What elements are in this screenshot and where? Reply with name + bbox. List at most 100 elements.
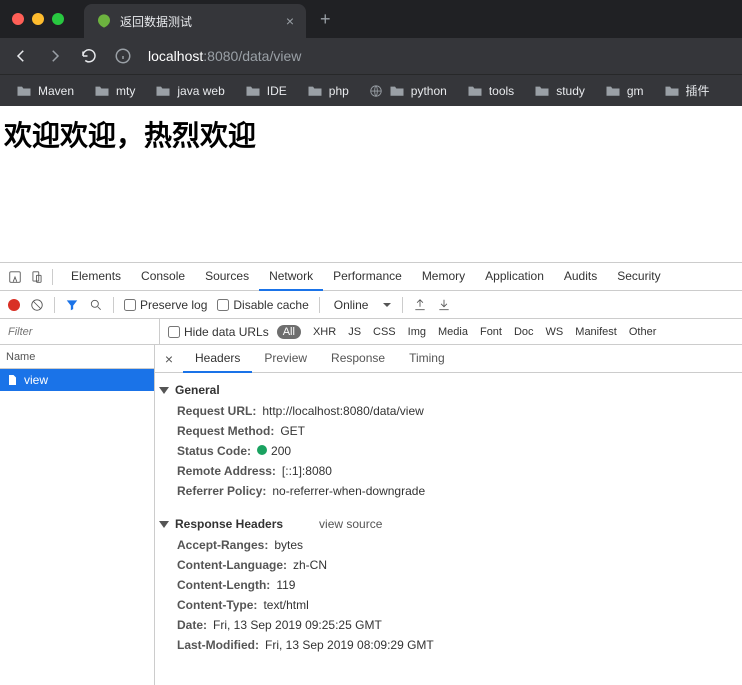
- throttle-select[interactable]: Online: [330, 298, 373, 312]
- forward-button[interactable]: [46, 47, 64, 65]
- tab-close-icon[interactable]: ×: [286, 13, 294, 29]
- browser-tab[interactable]: 返回数据测试 ×: [84, 4, 306, 38]
- header-key: Remote Address:: [177, 464, 276, 478]
- devtools-tab-security[interactable]: Security: [607, 263, 670, 291]
- folder-icon: [389, 84, 405, 97]
- minimize-window-button[interactable]: [32, 13, 44, 25]
- section-response headers: Response Headers view source Accept-Ranges…: [159, 513, 738, 655]
- bookmark-item[interactable]: mty: [86, 82, 143, 100]
- separator: [113, 297, 114, 313]
- bookmark-item[interactable]: gm: [597, 82, 652, 100]
- search-icon[interactable]: [89, 298, 103, 312]
- header-row: Referrer Policy:no-referrer-when-downgra…: [159, 481, 738, 501]
- headers-content: GeneralRequest URL:http://localhost:8080…: [155, 373, 742, 673]
- filter-type-ws[interactable]: WS: [540, 326, 570, 338]
- bookmark-label: java web: [177, 84, 224, 98]
- bookmark-item[interactable]: study: [526, 82, 593, 100]
- clear-button[interactable]: [30, 298, 44, 312]
- devtools-tab-performance[interactable]: Performance: [323, 263, 412, 291]
- page-content: 欢迎欢迎，热烈欢迎: [0, 106, 742, 262]
- inspect-icon[interactable]: [8, 270, 22, 284]
- folder-icon: [664, 84, 680, 97]
- bookmark-item[interactable]: 插件: [656, 80, 718, 101]
- filter-type-other[interactable]: Other: [623, 326, 663, 338]
- filter-icon[interactable]: [65, 298, 79, 312]
- close-window-button[interactable]: [12, 13, 24, 25]
- section-header[interactable]: Response Headers view source: [159, 513, 738, 535]
- detail-tab-preview[interactable]: Preview: [252, 345, 319, 373]
- filter-input[interactable]: [0, 319, 160, 344]
- traffic-lights: [0, 13, 64, 25]
- name-column-header[interactable]: Name: [0, 345, 154, 369]
- disable-cache-checkbox[interactable]: Disable cache: [217, 298, 308, 312]
- devtools-tab-audits[interactable]: Audits: [554, 263, 607, 291]
- section-header[interactable]: General: [159, 379, 738, 401]
- window-titlebar: 返回数据测试 × +: [0, 0, 742, 38]
- upload-icon[interactable]: [413, 298, 427, 312]
- request-row[interactable]: view: [0, 369, 154, 391]
- separator: [319, 297, 320, 313]
- devtools-tab-console[interactable]: Console: [131, 263, 195, 291]
- detail-tabs: × HeadersPreviewResponseTiming: [155, 345, 742, 373]
- maximize-window-button[interactable]: [52, 13, 64, 25]
- header-row: Status Code:200: [159, 441, 738, 461]
- bookmark-item[interactable]: IDE: [237, 82, 295, 100]
- view-source-link[interactable]: view source: [319, 517, 382, 531]
- bookmark-label: gm: [627, 84, 644, 98]
- device-toggle-icon[interactable]: [30, 270, 44, 284]
- header-key: Request Method:: [177, 424, 274, 438]
- network-toolbar: Preserve log Disable cache Online: [0, 291, 742, 319]
- back-button[interactable]: [12, 47, 30, 65]
- filter-all-pill[interactable]: All: [277, 325, 301, 339]
- devtools-tab-network[interactable]: Network: [259, 263, 323, 291]
- section-title: General: [175, 383, 220, 397]
- site-info-icon[interactable]: [114, 47, 132, 65]
- bookmark-item[interactable]: php: [299, 82, 357, 100]
- preserve-log-checkbox[interactable]: Preserve log: [124, 298, 207, 312]
- filter-type-css[interactable]: CSS: [367, 326, 402, 338]
- bookmark-item[interactable]: tools: [459, 82, 522, 100]
- filter-type-js[interactable]: JS: [342, 326, 367, 338]
- hide-data-urls-checkbox[interactable]: Hide data URLs: [160, 325, 277, 339]
- detail-tab-response[interactable]: Response: [319, 345, 397, 373]
- url-text[interactable]: localhost:8080/data/view: [148, 48, 301, 64]
- download-icon[interactable]: [437, 298, 451, 312]
- page-heading: 欢迎欢迎，热烈欢迎: [4, 114, 738, 154]
- header-row: Accept-Ranges:bytes: [159, 535, 738, 555]
- detail-tab-timing[interactable]: Timing: [397, 345, 457, 373]
- request-detail: × HeadersPreviewResponseTiming GeneralRe…: [155, 345, 742, 685]
- filter-type-xhr[interactable]: XHR: [307, 326, 342, 338]
- header-value: no-referrer-when-downgrade: [272, 484, 425, 498]
- new-tab-button[interactable]: +: [320, 9, 331, 30]
- filter-type-img[interactable]: Img: [402, 326, 432, 338]
- bookmark-label: Maven: [38, 84, 74, 98]
- dropdown-icon[interactable]: [382, 300, 392, 310]
- url-port: :8080: [203, 48, 238, 64]
- header-row: Content-Language:zh-CN: [159, 555, 738, 575]
- disable-cache-label: Disable cache: [233, 298, 308, 312]
- filter-type-manifest[interactable]: Manifest: [569, 326, 623, 338]
- record-button[interactable]: [8, 299, 20, 311]
- bookmark-item[interactable]: Maven: [8, 82, 82, 100]
- request-list: Name view: [0, 345, 155, 685]
- detail-tab-headers[interactable]: Headers: [183, 345, 252, 373]
- reload-button[interactable]: [80, 47, 98, 65]
- folder-icon: [245, 84, 261, 97]
- filter-type-doc[interactable]: Doc: [508, 326, 540, 338]
- devtools-tab-elements[interactable]: Elements: [61, 263, 131, 291]
- header-value: text/html: [263, 598, 308, 612]
- filter-type-media[interactable]: Media: [432, 326, 474, 338]
- url-path: /data/view: [238, 48, 301, 64]
- devtools-tab-sources[interactable]: Sources: [195, 263, 259, 291]
- detail-close-icon[interactable]: ×: [155, 351, 183, 367]
- bookmark-item[interactable]: python: [361, 82, 455, 100]
- section-title: Response Headers: [175, 517, 283, 531]
- file-icon: [6, 373, 18, 387]
- devtools-tab-memory[interactable]: Memory: [412, 263, 475, 291]
- header-value: zh-CN: [293, 558, 327, 572]
- tab-title: 返回数据测试: [120, 13, 192, 30]
- filter-type-font[interactable]: Font: [474, 326, 508, 338]
- devtools-tab-application[interactable]: Application: [475, 263, 554, 291]
- expand-icon: [159, 387, 169, 394]
- bookmark-item[interactable]: java web: [147, 82, 232, 100]
